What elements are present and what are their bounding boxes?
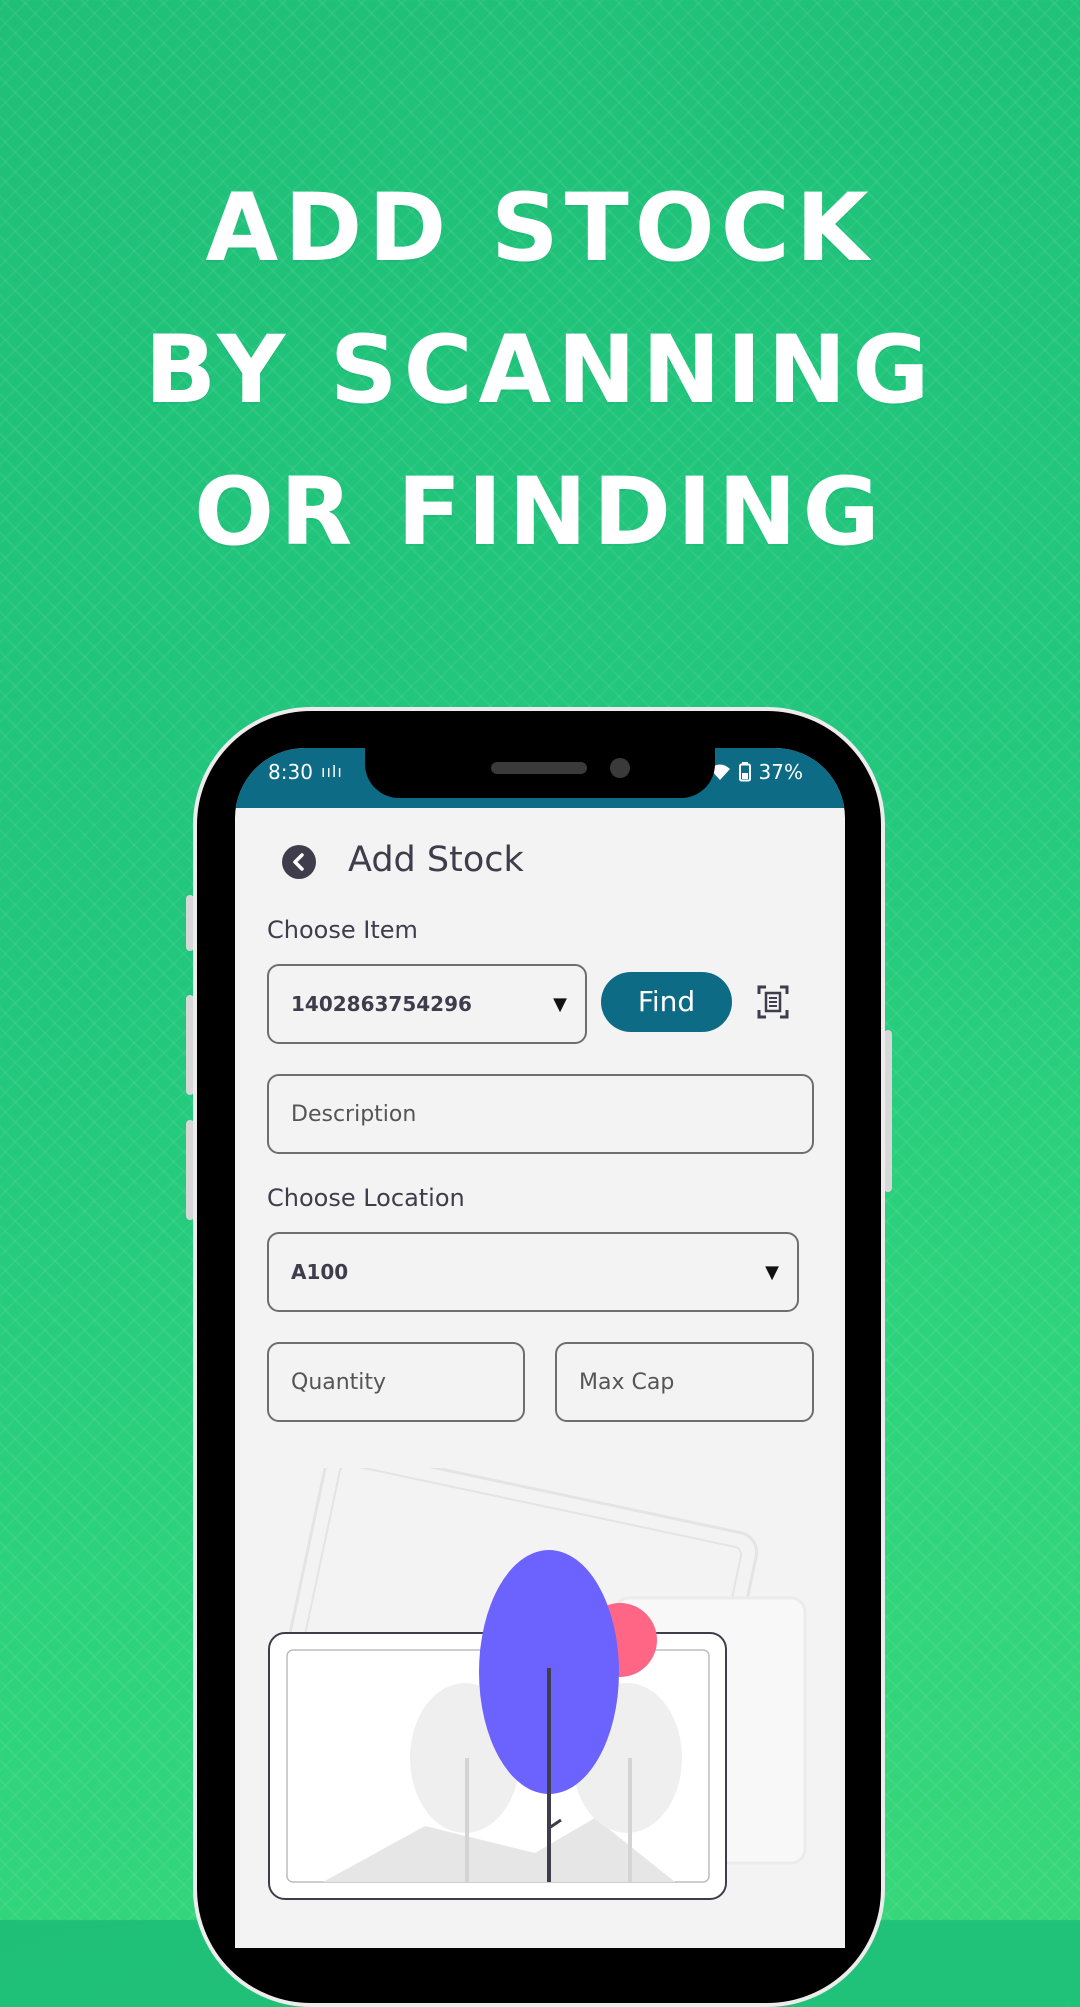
description-field[interactable]: Description [267,1074,814,1154]
headline-line-3: OR FINDING [194,458,886,567]
promo-headline: ADD STOCK BY SCANNING OR FINDING [0,158,1080,584]
empty-state-illustration [268,1468,807,1900]
vibrate-icon: ıılı [321,762,343,781]
choose-location-label: Choose Location [267,1184,465,1212]
battery-icon [738,762,751,782]
choose-item-label: Choose Item [267,916,418,944]
barcode-scan-icon[interactable] [757,985,789,1019]
max-cap-field[interactable]: Max Cap [555,1342,814,1422]
page-title: Add Stock [348,840,524,880]
item-dropdown[interactable]: 1402863754296 ▼ [267,964,587,1044]
phone-screen: 8:30 ıılı 37% Add Stock Choose Item 1402… [235,748,845,1948]
dropdown-arrow-icon: ▼ [765,1261,779,1283]
camera-icon [610,758,630,778]
status-time: 8:30 [268,760,313,784]
status-right: 37% [709,760,803,784]
phone-notch [365,748,715,798]
back-button[interactable] [282,845,316,879]
dropdown-arrow-icon: ▼ [553,993,567,1015]
speaker-grille [491,762,587,774]
phone-power-button [884,1030,892,1192]
chevron-left-icon [293,853,304,871]
find-button[interactable]: Find [601,972,732,1032]
headline-line-1: ADD STOCK [205,174,875,283]
battery-percent: 37% [758,760,803,784]
quantity-field[interactable]: Quantity [267,1342,525,1422]
location-dropdown[interactable]: A100 ▼ [267,1232,799,1312]
item-dropdown-value: 1402863754296 [291,992,472,1016]
location-dropdown-value: A100 [291,1260,349,1284]
headline-line-2: BY SCANNING [144,316,936,425]
